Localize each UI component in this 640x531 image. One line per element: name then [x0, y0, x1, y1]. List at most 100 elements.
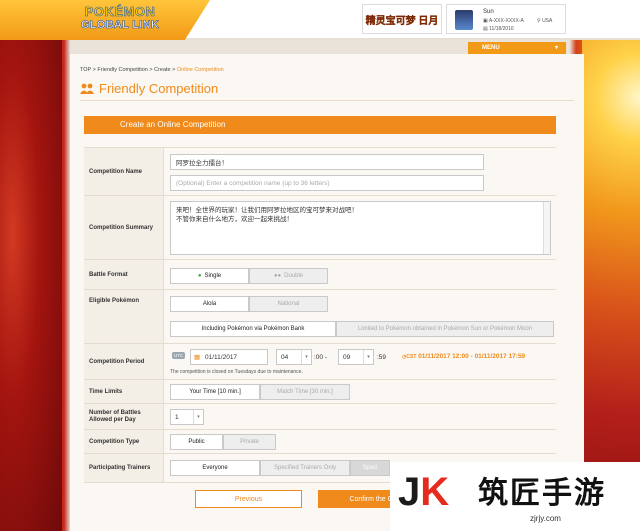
chevron-down-icon: ▾ [193, 410, 203, 424]
trainers-everyone[interactable]: Everyone [170, 460, 260, 476]
label-competition-summary: Competition Summary [84, 196, 164, 259]
people-icon [80, 83, 94, 94]
section-header: Create an Online Competition [84, 116, 556, 134]
breadcrumb-separator: > [172, 67, 176, 73]
start-date-picker[interactable]: ▦ 01/11/2017 [190, 349, 268, 365]
background-right [582, 38, 640, 531]
user-id: ▣ A-XXX-XXXX-A [483, 18, 524, 24]
cst-time-range: ◷CST 01/11/2017 12:00 - 01/11/2017 17:59 [402, 353, 525, 360]
textarea-scrollbar[interactable] [543, 202, 550, 254]
label-competition-period: Competition Period [84, 344, 164, 379]
watermark: JK 筑匠手游 zjrjy.com [390, 462, 640, 531]
start-hour-select[interactable]: 04 ▾ [276, 349, 312, 365]
previous-button[interactable]: Previous [195, 490, 302, 508]
user-name: Sun [483, 9, 494, 15]
battle-format-single[interactable]: ● Single [170, 268, 249, 284]
section-title: Create an Online Competition [120, 120, 226, 129]
competition-type-toggle: Public Private [170, 434, 276, 450]
time-limit-your-time[interactable]: Your Time [10 min.] [170, 384, 260, 400]
label-time-limits: Time Limits [84, 380, 164, 403]
type-private[interactable]: Private [223, 434, 276, 450]
chevron-down-icon: ▾ [301, 350, 311, 364]
user-country-value: USA [542, 18, 553, 24]
bank-including[interactable]: Including Pokémon via Pokémon Bank [170, 321, 336, 337]
time-limit-match-time[interactable]: Match Time [30 min.] [260, 384, 350, 400]
page-title: Friendly Competition [80, 81, 218, 96]
end-hour-select[interactable]: 09 ▾ [338, 349, 374, 365]
maintenance-note: The competition is closed on Tuesdays du… [170, 369, 303, 375]
row-battle-format: Battle Format ● Single ●● Double [84, 259, 556, 289]
time-limits-toggle: Your Time [10 min.] Match Time [30 min.] [170, 384, 350, 400]
user-date-value: 11/18/2016 [489, 26, 514, 32]
region-alola[interactable]: Alola [170, 296, 249, 312]
user-date: ▤ 11/18/2016 [483, 26, 514, 32]
trainers-specify[interactable]: Speci [350, 460, 390, 476]
region-toggle: Alola National [170, 296, 328, 312]
main-content: TOP > Friendly Competition > Create > On… [70, 54, 584, 531]
bank-limited[interactable]: Limited to Pokémon obtained in Pokémon S… [336, 321, 554, 337]
label-battles-per-day: Number of Battles Allowed per Day [84, 404, 164, 429]
battle-format-double-label: Double [284, 273, 304, 279]
pokemon-global-link-logo[interactable]: POKÉMON GLOBAL LINK [78, 4, 162, 37]
start-hour-value: 04 [281, 353, 289, 361]
calendar-icon: ▦ [194, 354, 201, 361]
end-minute-text: :59 [377, 354, 387, 361]
breadcrumb-friendly-competition[interactable]: Friendly Competition [97, 67, 147, 73]
logo-global-link-text: GLOBAL LINK [80, 19, 160, 32]
breadcrumb-separator: > [149, 67, 153, 73]
label-participating-trainers: Participating Trainers [84, 454, 164, 482]
breadcrumb-separator: > [92, 67, 96, 73]
user-country: ⚲ USA [537, 18, 553, 24]
title-divider [80, 100, 574, 101]
row-competition-type: Competition Type Public Private [84, 429, 556, 453]
region-national[interactable]: National [249, 296, 328, 312]
start-minute-text: :00 - [314, 354, 328, 361]
label-competition-name: Competition Name [84, 148, 164, 195]
user-info[interactable]: Sun ▣ A-XXX-XXXX-A ⚲ USA ▤ 11/18/2016 [446, 4, 566, 34]
label-eligible-pokemon: Eligible Pokémon [84, 290, 164, 343]
watermark-text: 筑匠手游 [478, 476, 606, 511]
battle-format-toggle: ● Single ●● Double [170, 268, 328, 284]
competition-name-input[interactable]: 阿罗拉全力擂台！ [170, 154, 484, 170]
breadcrumb-top[interactable]: TOP [80, 67, 91, 73]
logo-pokemon-text: POKÉMON [84, 4, 156, 19]
watermark-logo: JK [398, 470, 449, 514]
breadcrumb-create[interactable]: Create [154, 67, 171, 73]
game-badge[interactable]: 精灵宝可梦 日月 [362, 4, 442, 34]
battle-format-double[interactable]: ●● Double [249, 268, 328, 284]
summary-line-2: 不管你来自什么地方，欢迎一起来挑战！ [176, 216, 293, 223]
battle-format-single-label: Single [204, 273, 222, 279]
cst-label: CST [406, 354, 417, 360]
battles-per-day-value: 1 [175, 413, 179, 421]
bank-toggle: Including Pokémon via Pokémon Bank Limit… [170, 321, 554, 337]
game-badge-title: 精灵宝可梦 日月 [365, 15, 439, 27]
competition-name-extra-input[interactable]: (Optional) Enter a competition name (up … [170, 175, 484, 191]
watermark-letter-j: J [398, 470, 421, 514]
menu-label: MENU [482, 45, 500, 51]
row-eligible-pokemon: Eligible Pokémon Alola National Includin… [84, 289, 556, 343]
row-time-limits: Time Limits Your Time [10 min.] Match Ti… [84, 379, 556, 403]
label-competition-type: Competition Type [84, 430, 164, 453]
battles-per-day-select[interactable]: 1 ▾ [170, 409, 204, 425]
row-competition-period: Competition Period UTC ▦ 01/11/2017 04 ▾… [84, 343, 556, 379]
type-public[interactable]: Public [170, 434, 223, 450]
cst-range-value: 01/11/2017 12:00 - 01/11/2017 17:59 [418, 353, 526, 360]
chevron-down-icon: ▾ [363, 350, 373, 364]
double-battle-icon: ●● [273, 273, 282, 279]
end-hour-value: 09 [343, 353, 351, 361]
label-battle-format: Battle Format [84, 260, 164, 289]
watermark-letter-k: K [420, 470, 450, 514]
breadcrumb-current: Online Competition [176, 67, 224, 73]
single-battle-icon: ● [197, 273, 202, 279]
user-id-value: A-XXX-XXXX-A [488, 18, 524, 24]
menu-button[interactable]: MENU ▾ [468, 42, 566, 54]
trainers-specified-only[interactable]: Specified Trainers Only [260, 460, 350, 476]
top-bar: POKÉMON GLOBAL LINK 精灵宝可梦 日月 Sun ▣ A-XXX… [0, 0, 640, 40]
breadcrumb: TOP > Friendly Competition > Create > On… [80, 67, 224, 73]
row-competition-name: Competition Name 阿罗拉全力擂台！ (Optional) Ent… [84, 147, 556, 195]
page-title-text: Friendly Competition [99, 81, 219, 96]
competition-summary-textarea[interactable]: 来吧！全世界的玩家！让我们用阿罗拉地区的宝可梦来对战吧！ 不管你来自什么地方，欢… [170, 201, 551, 255]
start-date-value: 01/11/2017 [205, 353, 238, 361]
row-battles-per-day: Number of Battles Allowed per Day 1 ▾ [84, 403, 556, 429]
summary-line-1: 来吧！全世界的玩家！让我们用阿罗拉地区的宝可梦来对战吧！ [176, 207, 358, 214]
